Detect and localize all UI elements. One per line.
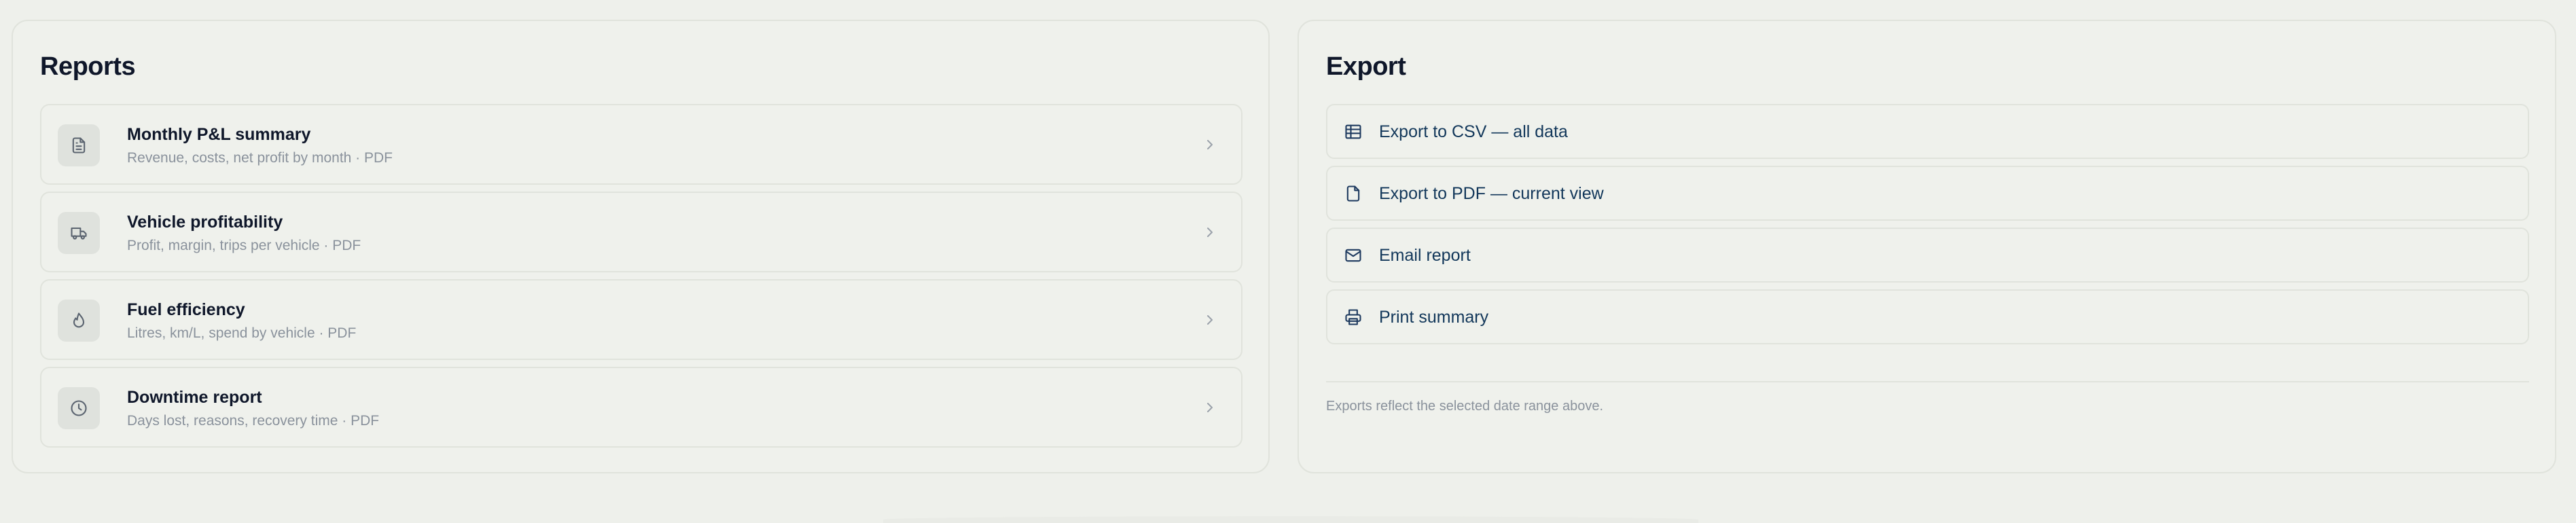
mail-icon: [1344, 246, 1363, 265]
export-pdf-button[interactable]: Export to PDF — current view: [1326, 166, 2529, 221]
bottom-edge-shadow: [883, 516, 1698, 523]
chevron-right-icon: [1202, 399, 1218, 416]
reports-export-page: Reports Monthly P&L summary Revenue, cos…: [0, 0, 2576, 523]
report-item-downtime[interactable]: Downtime report Days lost, reasons, reco…: [40, 367, 1242, 448]
reports-list: Monthly P&L summary Revenue, costs, net …: [40, 104, 1242, 454]
report-item-subtitle: Revenue, costs, net profit by month · PD…: [127, 150, 393, 166]
table-icon: [1344, 122, 1363, 141]
export-csv-button[interactable]: Export to CSV — all data: [1326, 104, 2529, 159]
printer-icon: [1344, 308, 1363, 327]
reports-title: Reports: [40, 52, 136, 81]
email-report-button[interactable]: Email report: [1326, 228, 2529, 283]
report-item-title: Downtime report: [127, 388, 262, 407]
print-summary-button[interactable]: Print summary: [1326, 289, 2529, 344]
clock-icon: [58, 387, 100, 429]
print-summary-label: Print summary: [1379, 308, 1489, 327]
chevron-right-icon: [1202, 224, 1218, 240]
report-item-subtitle: Profit, margin, trips per vehicle · PDF: [127, 238, 361, 253]
report-item-title: Monthly P&L summary: [127, 125, 311, 144]
report-item-subtitle: Litres, km/L, spend by vehicle · PDF: [127, 325, 357, 341]
file-icon: [1344, 184, 1363, 203]
export-pdf-label: Export to PDF — current view: [1379, 184, 1604, 203]
report-item-title: Vehicle profitability: [127, 213, 283, 232]
document-icon: [58, 124, 100, 166]
chevron-right-icon: [1202, 312, 1218, 328]
report-item-vehicle-profitability[interactable]: Vehicle profitability Profit, margin, tr…: [40, 192, 1242, 272]
export-note: Exports reflect the selected date range …: [1326, 399, 1604, 414]
export-title: Export: [1326, 52, 1406, 81]
export-list: Export to CSV — all data Export to PDF —…: [1326, 104, 2529, 351]
fuel-drop-icon: [58, 300, 100, 342]
export-csv-label: Export to CSV — all data: [1379, 122, 1568, 141]
truck-icon: [58, 212, 100, 254]
reports-card: Reports Monthly P&L summary Revenue, cos…: [12, 20, 1270, 473]
report-item-monthly-pl[interactable]: Monthly P&L summary Revenue, costs, net …: [40, 104, 1242, 185]
report-item-title: Fuel efficiency: [127, 300, 245, 319]
email-report-label: Email report: [1379, 246, 1471, 265]
chevron-right-icon: [1202, 137, 1218, 153]
divider: [1326, 381, 2529, 382]
export-card: Export Export to CSV — all data Export t…: [1298, 20, 2556, 473]
report-item-fuel-efficiency[interactable]: Fuel efficiency Litres, km/L, spend by v…: [40, 279, 1242, 360]
report-item-subtitle: Days lost, reasons, recovery time · PDF: [127, 413, 380, 429]
